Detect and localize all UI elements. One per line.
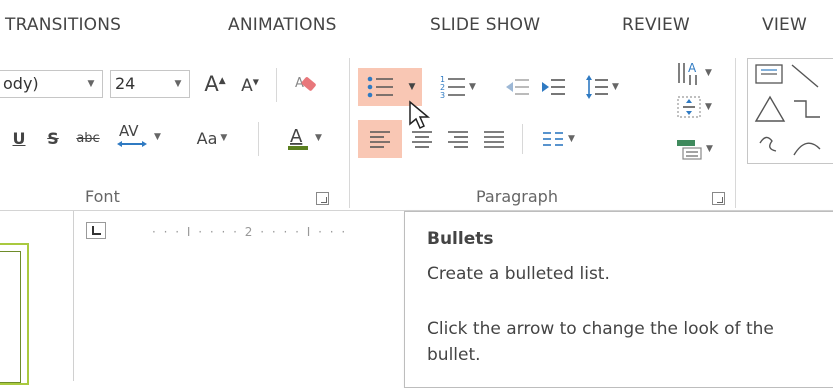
separator [258,122,259,156]
grow-font-button[interactable]: A▲ [200,70,230,98]
chevron-down-icon[interactable]: ▼ [315,133,322,143]
character-spacing-icon: AV [117,122,148,147]
numbering-button[interactable]: 1 2 3 ▼ [430,68,486,106]
shrink-font-icon: A▼ [241,76,259,96]
paragraph-dialog-launcher[interactable] [712,192,725,205]
svg-text:AV: AV [119,122,139,140]
clear-formatting-button[interactable]: A [285,68,325,102]
group-separator [735,58,736,208]
decrease-indent-icon [506,79,529,95]
align-text-icon [677,96,701,118]
svg-text:3: 3 [440,91,445,100]
align-center-button[interactable] [404,120,440,158]
chevron-down-icon[interactable]: ▼ [220,133,227,143]
font-group-label: Font [85,187,120,206]
tab-animations[interactable]: ANIMATIONS [228,15,337,35]
tooltip-title: Bullets [427,229,494,249]
tab-slide-show[interactable]: SLIDE SHOW [430,15,540,35]
svg-text:A: A [688,61,697,75]
tab-review[interactable]: REVIEW [622,15,690,35]
strikethrough-icon: abc [76,130,100,146]
horizontal-ruler: · · · I · · · · 2 · · · · I · · · [152,225,348,239]
font-color-button[interactable]: A ▼ [266,120,340,156]
numbered-list-icon: 1 2 3 [440,75,466,100]
text-direction-icon: A [678,61,697,85]
svg-text:A: A [290,126,303,147]
change-case-button[interactable]: Aa ▼ [180,122,244,154]
shadow-text-button[interactable]: S [42,122,64,154]
tab-view[interactable]: VIEW [762,15,807,35]
chevron-down-icon[interactable]: ▼ [169,71,187,97]
font-size-value: 24 [115,74,136,93]
shrink-font-button[interactable]: A▼ [236,72,264,100]
font-size-combo[interactable]: 24 ▼ [110,70,190,98]
tab-transitions[interactable]: TRANSITIONS [5,15,121,35]
chevron-down-icon[interactable]: ▼ [469,82,476,92]
text-shadow-icon: S [47,128,59,148]
convert-to-smartart-button[interactable]: ▼ [664,132,724,166]
slide-thumbnail-inner-border [0,251,21,383]
bullets-button[interactable] [358,68,402,106]
justify-icon [484,131,504,148]
line-spacing-button[interactable]: ▼ [574,68,630,106]
shapes-gallery[interactable] [747,58,833,164]
align-left-icon [370,131,390,148]
justify-button[interactable] [476,120,512,158]
left-tab-icon [92,226,101,235]
group-separator [349,58,350,208]
strikethrough-button[interactable]: abc [70,122,106,154]
font-dialog-launcher[interactable] [316,192,329,205]
align-left-button[interactable] [358,120,402,158]
shapes-gallery-icons [754,64,821,156]
change-case-label: Aa [196,128,218,148]
increase-indent-icon [542,79,565,95]
underline-icon: U [12,128,26,148]
tab-stop-selector[interactable] [86,222,106,239]
align-center-icon [412,131,432,148]
paragraph-group-label: Paragraph [476,187,558,206]
ribbon: ody) ▼ 24 ▼ A▲ A▼ A U S abc AV ▼ Aa ▼ A … [0,52,833,211]
smartart-icon [677,140,702,160]
columns-icon [543,132,564,146]
bullets-icon [367,76,393,98]
align-right-icon [448,131,468,148]
font-family-value: ody) [3,74,39,93]
align-text-button[interactable]: ▼ [664,90,724,124]
decrease-indent-button[interactable] [500,70,534,104]
separator [276,68,277,102]
chevron-down-icon: ▼ [408,82,416,92]
chevron-down-icon[interactable]: ▼ [705,68,712,78]
bullets-tooltip: Bullets Create a bulleted list. Click th… [404,211,833,388]
chevron-down-icon[interactable]: ▼ [706,144,713,154]
text-direction-button[interactable]: A ▼ [664,56,724,90]
columns-button[interactable]: ▼ [530,120,586,158]
ribbon-tabs: TRANSITIONS ANIMATIONS SLIDE SHOW REVIEW… [0,0,833,52]
chevron-down-icon[interactable]: ▼ [82,71,100,97]
chevron-down-icon[interactable]: ▼ [612,82,619,92]
align-right-button[interactable] [440,120,476,158]
chevron-down-icon[interactable]: ▼ [705,102,712,112]
character-spacing-button[interactable]: AV ▼ [110,120,166,154]
tooltip-detail: Click the arrow to change the look of th… [427,319,774,365]
line-spacing-icon [586,75,609,99]
chevron-down-icon[interactable]: ▼ [568,134,575,144]
eraser-icon: A [295,76,316,91]
chevron-down-icon[interactable]: ▼ [154,132,161,142]
grow-font-icon: A▲ [204,72,226,96]
font-color-icon: A [288,126,309,150]
underline-button[interactable]: U [12,122,26,154]
font-family-combo[interactable]: ody) ▼ [0,70,103,98]
increase-indent-button[interactable] [536,70,570,104]
tooltip-description: Create a bulleted list. [427,264,610,284]
separator [522,124,523,154]
